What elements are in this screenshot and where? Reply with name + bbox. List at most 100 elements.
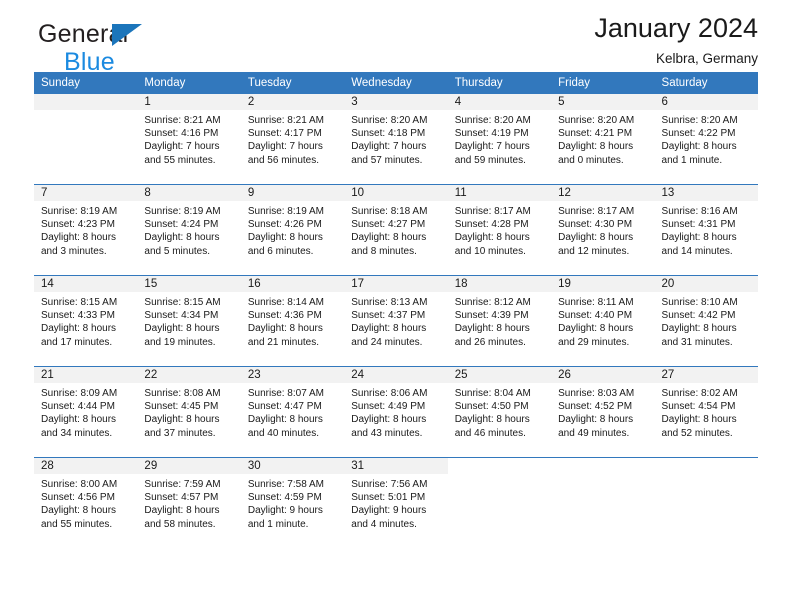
day-cell-24[interactable]: 24 Sunrise: 8:06 AM Sunset: 4:49 PM Dayligh… [344, 367, 448, 457]
day-details: Sunrise: 8:15 AM Sunset: 4:34 PM Daylight:… [137, 292, 240, 349]
day-cell-4[interactable]: 4 Sunrise: 8:20 AM Sunset: 4:19 PM Daylight… [447, 94, 552, 184]
day-number: 3 [344, 94, 448, 110]
day-cell-17[interactable]: 17 Sunrise: 8:13 AM Sunset: 4:37 PM Dayligh… [344, 276, 448, 366]
day-cell-12[interactable]: 12 Sunrise: 8:17 AM Sunset: 4:30 PM Dayligh… [551, 185, 655, 275]
day-cell-15[interactable]: 15 Sunrise: 8:15 AM Sunset: 4:34 PM Dayligh… [137, 276, 241, 366]
day-number: 23 [240, 367, 345, 383]
day-cell-9[interactable]: 9 Sunrise: 8:19 AM Sunset: 4:26 PM Daylight… [240, 185, 345, 275]
sunset-text: Sunset: 4:57 PM [144, 492, 219, 504]
day-cell-3[interactable]: 3 Sunrise: 8:20 AM Sunset: 4:18 PM Daylight… [344, 94, 448, 184]
calendar-day-cell: 9 Sunrise: 8:19 AM Sunset: 4:26 PM Daylight… [240, 184, 345, 276]
day-cell-2[interactable]: 2 Sunrise: 8:21 AM Sunset: 4:17 PM Daylight… [240, 94, 345, 184]
weekday-header-tuesday: Tuesday [240, 72, 345, 94]
day-cell-5[interactable]: 5 Sunrise: 8:20 AM Sunset: 4:21 PM Daylight… [551, 94, 655, 184]
day-cell-10[interactable]: 10 Sunrise: 8:18 AM Sunset: 4:27 PM Dayligh… [344, 185, 448, 275]
day-details: Sunrise: 8:04 AM Sunset: 4:50 PM Daylight:… [448, 383, 551, 440]
day-cell-18[interactable]: 18 Sunrise: 8:12 AM Sunset: 4:39 PM Dayligh… [447, 276, 552, 366]
sunset-text: Sunset: 4:18 PM [351, 128, 426, 140]
sunrise-text: Sunrise: 8:19 AM [144, 206, 221, 217]
day-cell-13[interactable]: 13 Sunrise: 8:16 AM Sunset: 4:31 PM Dayligh… [654, 185, 758, 275]
sunrise-text: Sunrise: 8:20 AM [558, 115, 635, 126]
day-cell-30[interactable]: 30 Sunrise: 7:58 AM Sunset: 4:59 PM Dayligh… [240, 458, 345, 548]
day-number: 2 [240, 94, 345, 110]
daylight-text-line2: and 34 minutes. [41, 427, 113, 439]
daylight-text-line1: Daylight: 8 hours [41, 414, 117, 426]
daylight-text-line2: and 59 minutes. [454, 154, 526, 166]
calendar-day-cell: 6 Sunrise: 8:20 AM Sunset: 4:22 PM Daylight… [654, 94, 758, 185]
day-number: 20 [654, 276, 758, 292]
day-cell-14[interactable]: 14 Sunrise: 8:15 AM Sunset: 4:33 PM Dayligh… [34, 276, 138, 366]
sunrise-text: Sunrise: 8:02 AM [661, 388, 738, 399]
day-cell-21[interactable]: 21 Sunrise: 8:09 AM Sunset: 4:44 PM Dayligh… [34, 367, 138, 457]
calendar-day-cell: 2 Sunrise: 8:21 AM Sunset: 4:17 PM Daylight… [240, 94, 345, 185]
day-cell-empty [551, 458, 655, 548]
day-cell-27[interactable]: 27 Sunrise: 8:02 AM Sunset: 4:54 PM Dayligh… [654, 367, 758, 457]
daylight-text-line2: and 55 minutes. [144, 154, 216, 166]
general-blue-logo[interactable]: General Blue [38, 22, 142, 75]
day-number: 10 [344, 185, 448, 201]
day-details: Sunrise: 8:18 AM Sunset: 4:27 PM Daylight:… [344, 201, 447, 258]
day-details: Sunrise: 8:19 AM Sunset: 4:24 PM Daylight:… [137, 201, 240, 258]
daylight-text-line2: and 19 minutes. [144, 336, 216, 348]
day-number: 25 [447, 367, 552, 383]
sunset-text: Sunset: 4:31 PM [661, 219, 736, 231]
day-cell-23[interactable]: 23 Sunrise: 8:07 AM Sunset: 4:47 PM Dayligh… [240, 367, 345, 457]
sunrise-text: Sunrise: 8:17 AM [558, 206, 635, 217]
day-cell-20[interactable]: 20 Sunrise: 8:10 AM Sunset: 4:42 PM Dayligh… [654, 276, 758, 366]
calendar-day-cell: 17 Sunrise: 8:13 AM Sunset: 4:37 PM Dayligh… [344, 275, 448, 367]
sunrise-text: Sunrise: 8:15 AM [41, 297, 118, 308]
daylight-text-line2: and 10 minutes. [454, 245, 526, 257]
day-cell-16[interactable]: 16 Sunrise: 8:14 AM Sunset: 4:36 PM Dayligh… [240, 276, 345, 366]
day-cell-25[interactable]: 25 Sunrise: 8:04 AM Sunset: 4:50 PM Dayligh… [447, 367, 552, 457]
day-details: Sunrise: 8:03 AM Sunset: 4:52 PM Daylight:… [551, 383, 654, 440]
daylight-text-line1: Daylight: 8 hours [454, 232, 530, 244]
sunrise-text: Sunrise: 8:07 AM [247, 388, 324, 399]
daylight-text-line2: and 29 minutes. [558, 336, 630, 348]
calendar-day-cell: 18 Sunrise: 8:12 AM Sunset: 4:39 PM Dayligh… [447, 275, 552, 367]
daylight-text-line2: and 14 minutes. [661, 245, 733, 257]
day-cell-26[interactable]: 26 Sunrise: 8:03 AM Sunset: 4:52 PM Dayligh… [551, 367, 655, 457]
day-details [448, 474, 551, 478]
sunrise-text: Sunrise: 8:19 AM [41, 206, 118, 217]
title-block: January 2024 Kelbra, Germany [594, 13, 758, 67]
daylight-text-line2: and 37 minutes. [144, 427, 216, 439]
day-cell-7[interactable]: 7 Sunrise: 8:19 AM Sunset: 4:23 PM Daylight… [34, 185, 138, 275]
daylight-text-line2: and 46 minutes. [454, 427, 526, 439]
calendar-day-cell: 26 Sunrise: 8:03 AM Sunset: 4:52 PM Dayligh… [551, 366, 655, 458]
sunset-text: Sunset: 4:49 PM [351, 401, 426, 413]
day-cell-29[interactable]: 29 Sunrise: 7:59 AM Sunset: 4:57 PM Dayligh… [137, 458, 241, 548]
daylight-text-line1: Daylight: 9 hours [247, 505, 323, 517]
sunrise-text: Sunrise: 8:16 AM [661, 206, 738, 217]
calendar-day-cell [654, 457, 758, 548]
day-details: Sunrise: 8:06 AM Sunset: 4:49 PM Daylight:… [344, 383, 447, 440]
day-number: 7 [34, 185, 138, 201]
day-number [34, 94, 138, 110]
day-cell-28[interactable]: 28 Sunrise: 8:00 AM Sunset: 4:56 PM Dayligh… [34, 458, 138, 548]
daylight-text-line2: and 31 minutes. [661, 336, 733, 348]
day-number: 5 [551, 94, 655, 110]
sunset-text: Sunset: 4:39 PM [454, 310, 529, 322]
sunrise-text: Sunrise: 8:14 AM [247, 297, 324, 308]
sunrise-text: Sunrise: 8:21 AM [144, 115, 221, 126]
day-cell-6[interactable]: 6 Sunrise: 8:20 AM Sunset: 4:22 PM Daylight… [654, 94, 758, 184]
day-details: Sunrise: 8:02 AM Sunset: 4:54 PM Daylight:… [655, 383, 758, 440]
daylight-text-line1: Daylight: 8 hours [144, 505, 220, 517]
day-number: 16 [240, 276, 345, 292]
sunrise-text: Sunrise: 8:13 AM [351, 297, 428, 308]
sunrise-text: Sunrise: 7:58 AM [247, 479, 324, 490]
weekday-header-wednesday: Wednesday [344, 72, 448, 94]
calendar-day-cell: 19 Sunrise: 8:11 AM Sunset: 4:40 PM Dayligh… [551, 275, 655, 367]
day-cell-22[interactable]: 22 Sunrise: 8:08 AM Sunset: 4:45 PM Dayligh… [137, 367, 241, 457]
sunset-text: Sunset: 4:30 PM [558, 219, 633, 231]
calendar-day-cell: 30 Sunrise: 7:58 AM Sunset: 4:59 PM Dayligh… [240, 457, 345, 548]
day-cell-8[interactable]: 8 Sunrise: 8:19 AM Sunset: 4:24 PM Daylight… [137, 185, 241, 275]
calendar-day-cell: 29 Sunrise: 7:59 AM Sunset: 4:57 PM Dayligh… [137, 457, 241, 548]
day-cell-11[interactable]: 11 Sunrise: 8:17 AM Sunset: 4:28 PM Dayligh… [447, 185, 552, 275]
day-cell-31[interactable]: 31 Sunrise: 7:56 AM Sunset: 5:01 PM Dayligh… [344, 458, 448, 548]
daylight-text-line2: and 52 minutes. [661, 427, 733, 439]
day-cell-19[interactable]: 19 Sunrise: 8:11 AM Sunset: 4:40 PM Dayligh… [551, 276, 655, 366]
day-cell-1[interactable]: 1 Sunrise: 8:21 AM Sunset: 4:16 PM Daylight… [137, 94, 241, 184]
daylight-text-line1: Daylight: 8 hours [41, 323, 117, 335]
daylight-text-line1: Daylight: 9 hours [351, 505, 427, 517]
sunset-text: Sunset: 4:37 PM [351, 310, 426, 322]
